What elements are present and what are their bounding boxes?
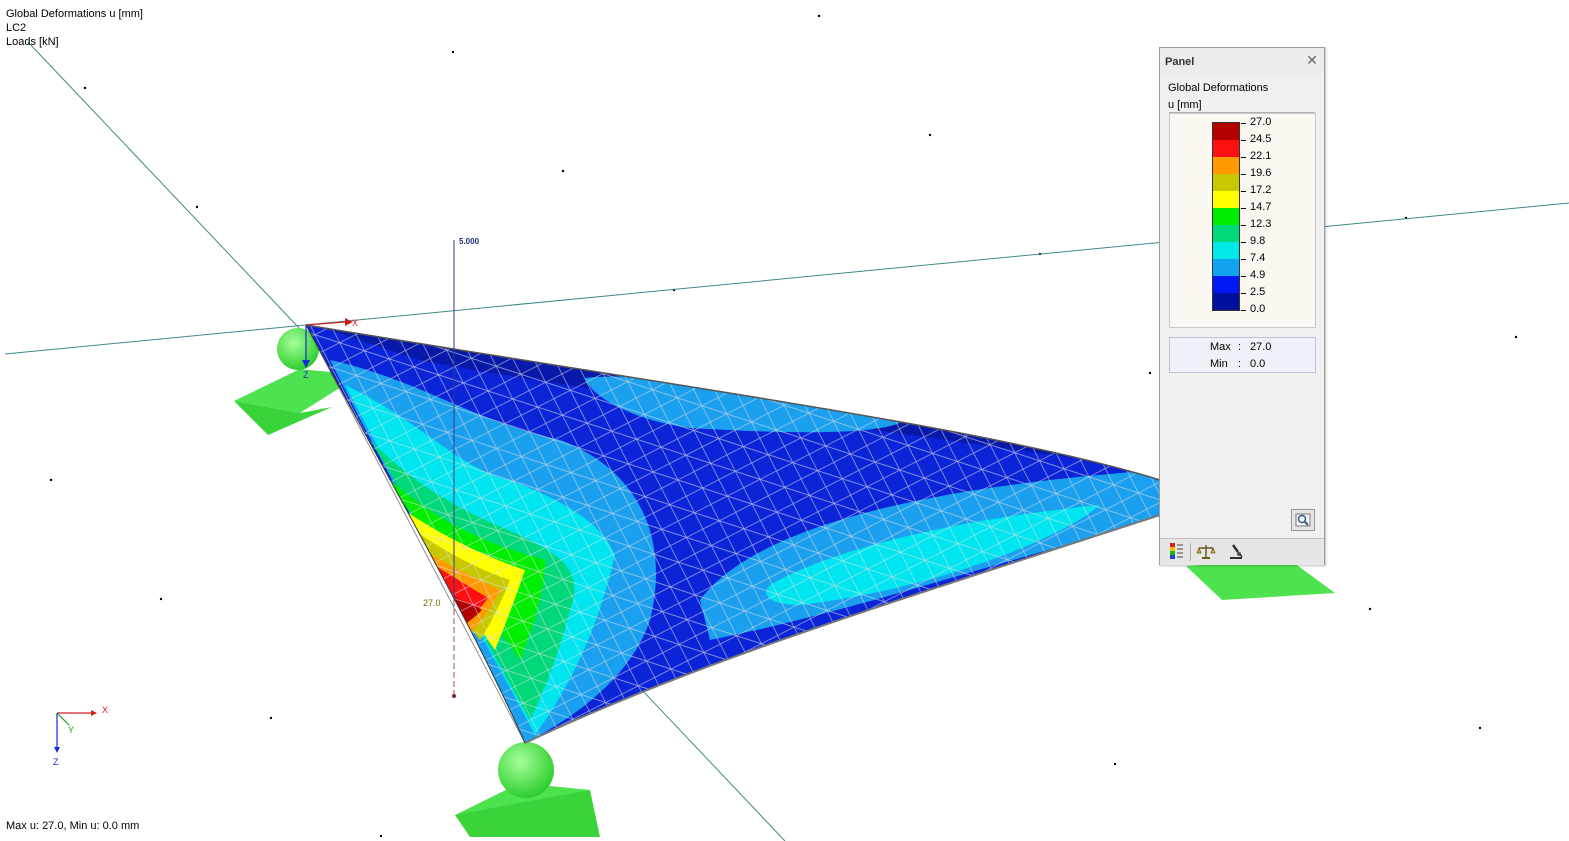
stat-min-row: Min : 0.0 xyxy=(1170,356,1315,372)
legend-tick xyxy=(1241,293,1246,294)
microscope-icon xyxy=(1230,544,1243,559)
legend-tick xyxy=(1241,123,1246,124)
panel-title: Panel xyxy=(1165,56,1195,68)
3d-viewport[interactable]: 5.000 27.0 X Z X Y Z xyxy=(0,0,1569,841)
legend-value-label: 19.6 xyxy=(1250,167,1272,179)
legend-tick xyxy=(1241,276,1246,277)
legend-color-swatch xyxy=(1213,259,1239,276)
stat-min-separator: : xyxy=(1238,358,1242,370)
microscope-button[interactable] xyxy=(1226,542,1246,560)
magnifier-icon xyxy=(1295,513,1311,527)
legend-value-label: 12.3 xyxy=(1250,218,1272,230)
legend-tick xyxy=(1241,242,1246,243)
triad-z-label: Z xyxy=(53,757,59,767)
stat-min-label: Min xyxy=(1210,358,1228,370)
legend-color-swatch xyxy=(1213,208,1239,225)
local-x-label: X xyxy=(352,318,358,328)
legend-color-swatch xyxy=(1213,242,1239,259)
legend-value-label: 4.9 xyxy=(1250,269,1266,281)
legend-value-label: 14.7 xyxy=(1250,201,1272,213)
info-loads: Loads [kN] xyxy=(6,36,59,48)
stat-max-label: Max xyxy=(1210,341,1231,353)
legend-tick xyxy=(1241,225,1246,226)
legend-header: Global Deformations u [mm] xyxy=(1168,80,1268,114)
legend-value-label: 22.1 xyxy=(1250,150,1272,162)
color-scale-icon xyxy=(1170,543,1183,559)
panel-toolbar xyxy=(1160,538,1324,565)
legend-tick xyxy=(1241,157,1246,158)
legend-tick xyxy=(1241,191,1246,192)
legend-color-swatch xyxy=(1213,276,1239,293)
color-scale-button[interactable] xyxy=(1167,542,1187,560)
balance-icon xyxy=(1196,545,1216,559)
stat-min-value: 0.0 xyxy=(1250,358,1266,370)
legend-color-swatch xyxy=(1213,191,1239,208)
legend-value-label: 24.5 xyxy=(1250,133,1272,145)
close-icon[interactable]: ✕ xyxy=(1305,53,1319,67)
legend-color-swatch xyxy=(1213,225,1239,242)
legend-color-swatch xyxy=(1213,174,1239,191)
color-legend: 27.0 24.5 22.1 19.6 17.2 14.7 12.3 9.8 7.4 4.9 2.5… xyxy=(1169,113,1316,328)
deformation-contour-plate xyxy=(306,325,1160,743)
max-value-marker: 27.0 xyxy=(423,598,441,608)
load-value-label: 5.000 xyxy=(459,237,480,246)
legend-color-swatch xyxy=(1213,123,1239,140)
legend-tick xyxy=(1241,208,1246,209)
legend-color-swatch xyxy=(1213,293,1239,310)
legend-color-swatch xyxy=(1213,140,1239,157)
panel-header[interactable]: Panel ✕ xyxy=(1160,48,1324,74)
support-right xyxy=(1186,560,1335,600)
legend-color-swatch xyxy=(1213,157,1239,174)
triad-x-label: X xyxy=(102,705,108,715)
legend-value-label: 27.0 xyxy=(1250,116,1272,128)
legend-tick xyxy=(1241,140,1246,141)
results-panel: Panel ✕ Global Deformations u [mm] 27.0 2… xyxy=(1159,47,1325,565)
local-z-label: Z xyxy=(303,370,309,380)
stat-max-separator: : xyxy=(1238,341,1242,353)
legend-value-label: 2.5 xyxy=(1250,286,1266,298)
legend-result-name: Global Deformations xyxy=(1168,82,1269,94)
legend-color-bar xyxy=(1212,122,1240,311)
legend-tick xyxy=(1241,310,1246,311)
legend-value-label: 9.8 xyxy=(1250,235,1266,247)
triad-y-label: Y xyxy=(68,725,74,735)
info-result-type: Global Deformations u [mm] xyxy=(6,8,143,20)
zoom-button[interactable] xyxy=(1291,509,1315,531)
legend-tick xyxy=(1241,174,1246,175)
legend-value-label: 17.2 xyxy=(1250,184,1272,196)
status-max-min: Max u: 27.0, Min u: 0.0 mm xyxy=(6,820,140,832)
legend-tick xyxy=(1241,259,1246,260)
support-bottom xyxy=(455,742,600,837)
balance-button[interactable] xyxy=(1196,542,1216,560)
legend-value-label: 7.4 xyxy=(1250,252,1266,264)
stat-max-value: 27.0 xyxy=(1250,341,1272,353)
max-min-summary: Max : 27.0 Min : 0.0 xyxy=(1169,337,1316,373)
info-load-case: LC2 xyxy=(6,22,27,34)
coordinate-triad xyxy=(54,710,97,753)
stat-max-row: Max : 27.0 xyxy=(1170,339,1315,355)
legend-value-label: 0.0 xyxy=(1250,303,1266,315)
